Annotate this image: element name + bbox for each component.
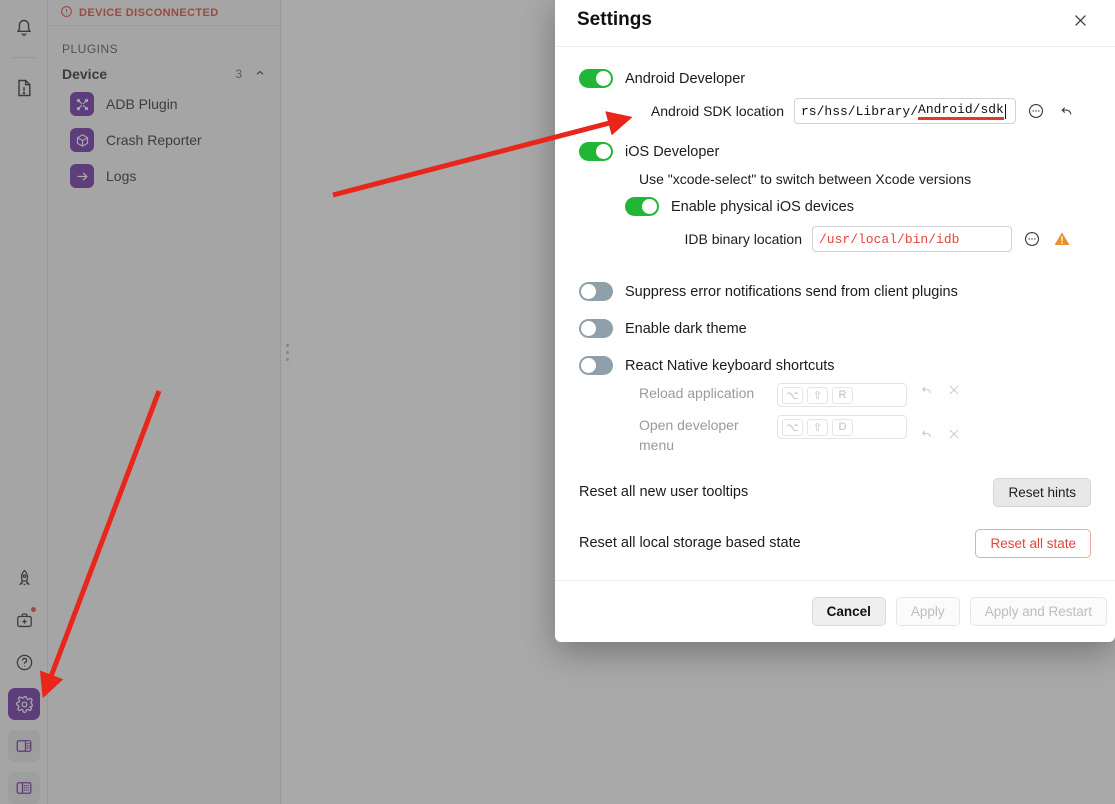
- react-native-shortcuts-row[interactable]: React Native keyboard shortcuts: [579, 356, 1091, 375]
- xcode-select-note: Use "xcode-select" to switch between Xco…: [639, 171, 972, 187]
- suppress-error-notifications-row[interactable]: Suppress error notifications send from c…: [579, 282, 1091, 301]
- android-developer-toggle[interactable]: [579, 69, 613, 88]
- suppress-error-notifications-toggle[interactable]: [579, 282, 613, 301]
- android-sdk-location-label: Android SDK location: [650, 103, 784, 119]
- key-chip: ⇧: [807, 386, 828, 404]
- idb-binary-location-label: IDB binary location: [684, 231, 802, 247]
- dialog-header: Settings: [555, 0, 1115, 47]
- text-cursor: [1004, 103, 1006, 119]
- ios-developer-toggle[interactable]: [579, 142, 613, 161]
- key-chip: ⌥: [782, 386, 803, 404]
- dialog-footer: Cancel Apply Apply and Restart: [555, 580, 1115, 642]
- shortcut-row-reload-application: Reload application ⌥ ⇧ R: [639, 383, 1091, 407]
- sdk-path-error-segment: Android/sdk: [918, 102, 1004, 120]
- reset-hints-button[interactable]: Reset hints: [993, 477, 1091, 507]
- dialog-title: Settings: [577, 9, 652, 30]
- undo-icon[interactable]: [1056, 101, 1076, 121]
- sdk-path-prefix: rs/hss/Library/: [801, 103, 919, 119]
- undo-icon[interactable]: [917, 383, 935, 402]
- enable-physical-ios-devices-row[interactable]: Enable physical iOS devices: [625, 197, 1091, 216]
- reset-hints-text: Reset all new user tooltips: [579, 484, 749, 501]
- reset-all-state-button[interactable]: Reset all state: [975, 528, 1091, 558]
- reset-hints-row: Reset all new user tooltips Reset hints: [579, 477, 1091, 507]
- key-chip: R: [832, 386, 853, 404]
- android-sdk-location-row: Android SDK location rs/hss/Library/Andr…: [619, 98, 1091, 124]
- enable-dark-theme-toggle[interactable]: [579, 319, 613, 338]
- ellipsis-circle-icon[interactable]: [1022, 229, 1042, 249]
- shortcut-label: Reload application: [639, 385, 755, 401]
- ios-developer-toggle-row[interactable]: iOS Developer: [579, 142, 1091, 161]
- apply-button[interactable]: Apply: [895, 597, 960, 626]
- react-native-shortcuts-label: React Native keyboard shortcuts: [625, 357, 835, 374]
- idb-binary-location-input[interactable]: /usr/local/bin/idb: [812, 226, 1012, 252]
- suppress-error-notifications-label: Suppress error notifications send from c…: [625, 283, 958, 300]
- key-chip: ⌥: [782, 418, 803, 436]
- shortcut-row-open-developer-menu: Open developer menu ⌥ ⇧ D: [639, 415, 1091, 456]
- enable-dark-theme-label: Enable dark theme: [625, 320, 747, 337]
- reset-all-state-text: Reset all local storage based state: [579, 535, 801, 552]
- ellipsis-circle-icon[interactable]: [1026, 101, 1046, 121]
- enable-dark-theme-row[interactable]: Enable dark theme: [579, 319, 1091, 338]
- android-developer-label: Android Developer: [625, 70, 746, 87]
- ios-developer-label: iOS Developer: [625, 143, 720, 160]
- key-chip: ⇧: [807, 418, 828, 436]
- cancel-button[interactable]: Cancel: [811, 597, 886, 626]
- enable-physical-ios-devices-toggle[interactable]: [625, 197, 659, 216]
- shortcut-label: Open developer menu: [639, 417, 739, 454]
- dialog-body: Android Developer Android SDK location r…: [555, 47, 1115, 580]
- warning-triangle-icon[interactable]: [1052, 229, 1072, 249]
- reset-all-state-row: Reset all local storage based state Rese…: [579, 528, 1091, 558]
- key-chip: D: [832, 418, 853, 436]
- settings-dialog: Settings Android Developer Android SDK l…: [555, 0, 1115, 642]
- android-developer-toggle-row[interactable]: Android Developer: [579, 69, 1091, 88]
- close-icon[interactable]: [945, 427, 963, 445]
- react-native-shortcuts-toggle[interactable]: [579, 356, 613, 375]
- shortcut-keys-input[interactable]: ⌥ ⇧ D: [777, 415, 907, 439]
- enable-physical-ios-devices-label: Enable physical iOS devices: [671, 198, 854, 215]
- apply-and-restart-button[interactable]: Apply and Restart: [969, 597, 1107, 626]
- close-icon[interactable]: [1067, 7, 1093, 33]
- app-root: DEVICE DISCONNECTED PLUGINS Device 3: [0, 0, 1115, 804]
- android-sdk-location-input[interactable]: rs/hss/Library/Android/sdk: [794, 98, 1016, 124]
- undo-icon[interactable]: [917, 427, 935, 446]
- close-icon[interactable]: [945, 383, 963, 401]
- idb-binary-location-row: IDB binary location /usr/local/bin/idb: [667, 226, 1091, 252]
- shortcut-keys-input[interactable]: ⌥ ⇧ R: [777, 383, 907, 407]
